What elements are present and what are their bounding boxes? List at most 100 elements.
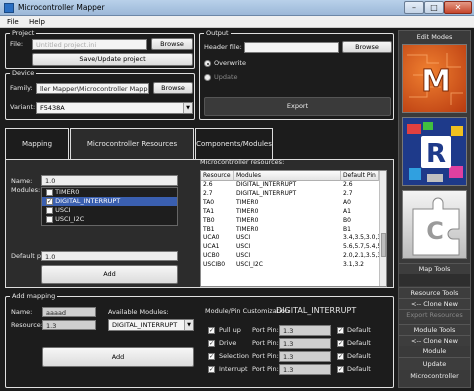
cell-resource: UCB0: [203, 252, 220, 260]
default-checkbox[interactable]: ✓: [337, 340, 344, 347]
components-mode-tile[interactable]: C: [402, 190, 467, 259]
menu-file[interactable]: File: [4, 17, 22, 27]
pull-up-checkbox[interactable]: ✓: [208, 327, 215, 334]
default-checkbox[interactable]: ✓: [337, 327, 344, 334]
add-mapping-group: Add mapping Name: aaaad Resource: 1.3 Av…: [5, 292, 394, 388]
output-browse-button[interactable]: Browse: [342, 41, 392, 53]
file-input[interactable]: Untitled project.ini: [32, 39, 147, 50]
variant-label: Variant:: [10, 103, 36, 111]
variant-select[interactable]: F5438A ▼: [36, 102, 193, 114]
cell-default-pin: A0: [343, 198, 351, 206]
edit-modes-header: Edit Modes: [416, 33, 453, 41]
cell-default-pin: 2.7: [343, 189, 353, 197]
port-pin-input[interactable]: 1.3: [279, 364, 331, 375]
port-pin-input[interactable]: 1.3: [279, 338, 331, 349]
family-input[interactable]: ller Mapper\Microcontroller Mapper\MSP\: [36, 83, 149, 94]
svg-text:M: M: [421, 64, 451, 99]
maximize-button[interactable]: □: [424, 1, 444, 14]
add-mapping-title: Add mapping: [10, 292, 58, 301]
update-radio[interactable]: [204, 74, 211, 81]
pull-up-label: Pull up: [219, 326, 241, 334]
title-bar: Microcontroller Mapper – □ ✕: [0, 0, 474, 16]
update-microcontroller-button[interactable]: Update Microcontroller: [399, 357, 470, 380]
cell-modules: DIGITAL_INTERRUPT: [236, 181, 297, 188]
available-modules-select[interactable]: DIGITAL_INTERRUPT ▼: [108, 319, 194, 331]
port-pin-label: Port Pin:: [252, 352, 279, 360]
default-pins-input[interactable]: 1.0: [41, 251, 178, 261]
column-header-default-pin[interactable]: Default Pin: [341, 171, 379, 181]
variant-value: F5438A: [40, 104, 65, 112]
table-scrollbar[interactable]: [379, 171, 386, 286]
scrollbar-thumb[interactable]: [381, 233, 386, 257]
column-header-modules[interactable]: Modules: [234, 171, 341, 181]
resources-table: Resource Modules Default Pin 2.6 DIGITAL_…: [200, 170, 387, 287]
module-checkbox[interactable]: [46, 188, 53, 196]
port-pin-input[interactable]: 1.3: [279, 351, 331, 362]
port-pin-label: Port Pin:: [252, 339, 279, 347]
add-mapping-button[interactable]: Add: [42, 347, 194, 367]
resources-mode-icon: R: [407, 122, 463, 182]
default-checkbox[interactable]: ✓: [337, 353, 344, 360]
module-checkbox[interactable]: [46, 206, 53, 214]
tab-components-modules[interactable]: Components/Modules: [195, 128, 273, 159]
device-group: Device Family: ller Mapper\Microcontroll…: [5, 69, 195, 120]
port-pin-label: Port Pin:: [252, 365, 279, 373]
module-checkbox[interactable]: [46, 215, 53, 223]
add-resource-button[interactable]: Add: [41, 265, 178, 284]
module-label: TIMER0: [55, 188, 80, 196]
resources-mode-tile[interactable]: R: [402, 117, 467, 186]
default-label: Default: [347, 339, 371, 347]
customization-module: DIGITAL_INTERRUPT: [276, 306, 357, 315]
list-item[interactable]: USCI: [46, 206, 70, 215]
drive-checkbox[interactable]: ✓: [208, 340, 215, 347]
cell-modules: USCI: [236, 252, 251, 260]
list-item[interactable]: USCI_I2C: [46, 215, 84, 224]
close-button[interactable]: ✕: [444, 1, 472, 14]
tab-microcontroller-resources[interactable]: Microcontroller Resources: [70, 128, 194, 159]
list-item[interactable]: ✓ DIGITAL_INTERRUPT: [46, 197, 120, 206]
cell-resource: TA0: [203, 198, 215, 206]
cell-default-pin: 3.4,3.5,3.0,3: [343, 234, 379, 242]
mapping-name-input[interactable]: aaaad: [42, 307, 96, 317]
mapping-resource-input[interactable]: 1.3: [42, 320, 96, 330]
interrupt-checkbox[interactable]: ✓: [208, 366, 215, 373]
module-label: USCI: [55, 206, 71, 214]
svg-text:R: R: [426, 139, 446, 169]
module-checkbox[interactable]: ✓: [46, 197, 53, 205]
cell-modules: DIGITAL_INTERRUPT: [236, 189, 297, 197]
output-group-title: Output: [204, 29, 231, 38]
save-project-button[interactable]: Save/Update project: [32, 53, 193, 66]
clone-resource-button[interactable]: <-- Clone New Resource: [399, 298, 470, 318]
port-pin-input[interactable]: 1.3: [279, 325, 331, 336]
project-browse-button[interactable]: Browse: [151, 38, 193, 50]
column-header-resource[interactable]: Resource: [201, 171, 234, 181]
cell-default-pin: B1: [343, 225, 351, 233]
minimize-button[interactable]: –: [404, 1, 424, 14]
cell-default-pin: 3.1,3.2: [343, 261, 364, 269]
available-modules-value: DIGITAL_INTERRUPT: [112, 321, 178, 329]
device-group-title: Device: [10, 69, 37, 78]
module-label: DIGITAL_INTERRUPT: [55, 197, 121, 205]
device-browse-button[interactable]: Browse: [153, 82, 193, 94]
output-group: Output Header file: Browse Overwrite Upd…: [199, 29, 394, 120]
minimize-icon: –: [412, 3, 416, 12]
resource-name-input[interactable]: 1.0: [41, 175, 178, 186]
default-checkbox[interactable]: ✓: [337, 366, 344, 373]
mapping-mode-icon: M: [407, 53, 463, 105]
option-row-interrupt: ✓ Interrupt Port Pin: 1.3 ✓ Default: [205, 364, 391, 376]
header-file-input[interactable]: [244, 42, 339, 53]
menu-bar: File Help: [0, 16, 474, 28]
cell-default-pin: 2.6: [343, 181, 353, 188]
tab-mapping[interactable]: Mapping: [5, 128, 69, 159]
cell-modules: TIMER0: [236, 207, 259, 215]
overwrite-radio[interactable]: [204, 60, 211, 67]
components-mode-icon: C: [412, 197, 460, 256]
mapping-mode-tile[interactable]: M: [402, 44, 467, 113]
selection-checkbox[interactable]: ✓: [208, 353, 215, 360]
export-button[interactable]: Export: [204, 97, 391, 116]
cell-default-pin: 2.0,2.1,3.5,3: [343, 252, 379, 260]
menu-help[interactable]: Help: [26, 17, 48, 27]
clone-module-button[interactable]: <-- Clone New Module: [399, 335, 470, 355]
export-resources-button[interactable]: Export Resources: [399, 309, 470, 320]
list-item[interactable]: TIMER0: [46, 188, 79, 197]
